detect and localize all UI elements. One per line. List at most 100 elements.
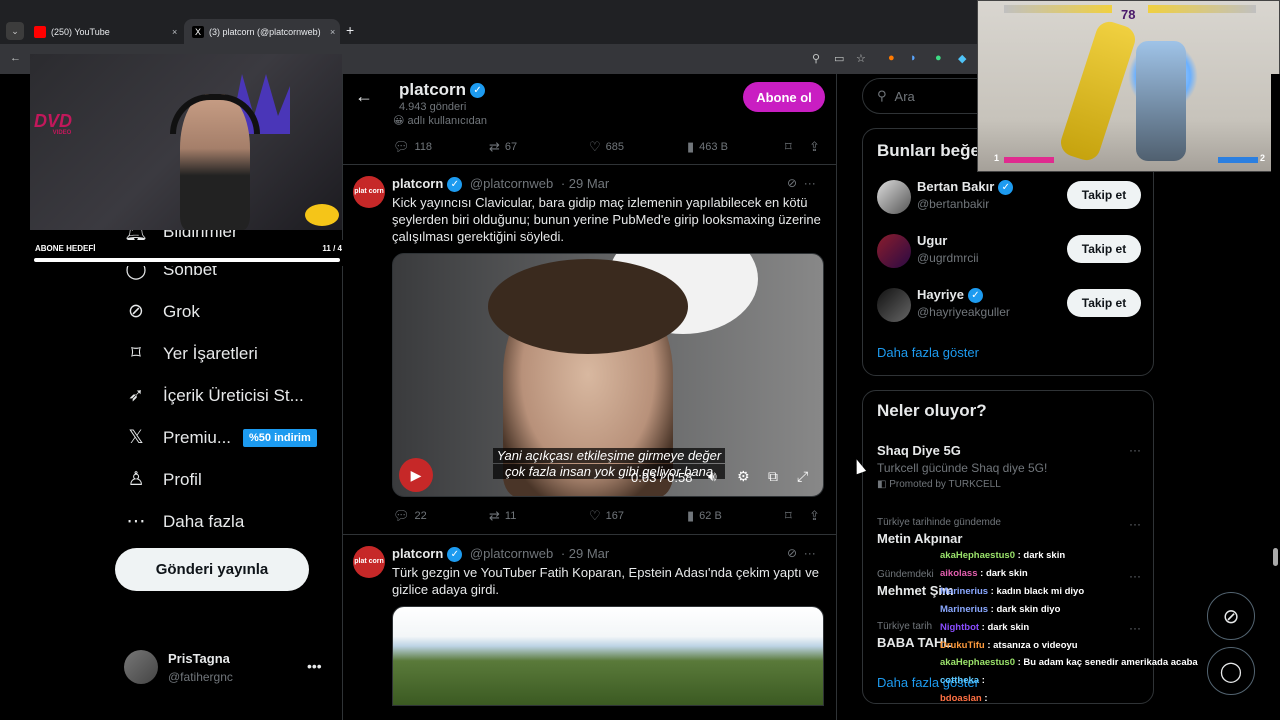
follow-button[interactable]: Takip et xyxy=(1067,289,1141,317)
share-button[interactable]: ⇪ xyxy=(809,139,825,155)
grammarly-icon[interactable]: ● xyxy=(935,52,942,64)
more-dots-icon[interactable]: ••• xyxy=(307,658,322,674)
more-dots-icon[interactable]: ··· xyxy=(1129,517,1141,531)
star-icon[interactable]: ☆ xyxy=(856,52,866,65)
pip-icon[interactable]: ⧉ xyxy=(768,468,778,485)
repost-button[interactable]: ⇄ 67 xyxy=(489,139,517,155)
chat-username[interactable]: Marinerius xyxy=(940,586,988,597)
chat-message: akaHephaestus0 : dark skin xyxy=(940,547,1220,565)
stream-chat: akaHephaestus0 : dark skin aikolass : dar… xyxy=(940,547,1220,708)
follow-button[interactable]: Takip et xyxy=(1067,181,1141,209)
install-icon[interactable]: ▭ xyxy=(834,52,844,65)
avatar[interactable]: plat corn xyxy=(353,546,385,578)
video-player[interactable]: Yani açıkçası etkileşime girmeye değer ç… xyxy=(392,253,824,497)
tab-x[interactable]: X (3) platcorn (@platcornweb) / X × xyxy=(184,19,340,44)
chat-username[interactable]: aikolass xyxy=(940,568,978,579)
chat-username[interactable]: Marinerius xyxy=(940,604,988,615)
verified-icon: ✓ xyxy=(447,547,463,563)
youtube-icon xyxy=(34,25,46,38)
nav-item-profile[interactable]: ♙ Profil xyxy=(124,468,201,491)
account-handle: @fatihergnc xyxy=(168,669,233,684)
grok-icon: ⊘ xyxy=(128,301,144,322)
avatar[interactable] xyxy=(877,180,911,214)
p1-round-count: 1 xyxy=(994,153,1000,163)
subscribe-button[interactable]: Abone ol xyxy=(743,82,825,112)
post-button[interactable]: Gönderi yayınla xyxy=(115,548,309,591)
like-button[interactable]: ♡ 167 xyxy=(589,508,624,524)
fullscreen-icon[interactable]: ⤢ xyxy=(797,468,808,485)
nav-item-grok[interactable]: ⊘ Grok xyxy=(124,300,200,323)
avatar[interactable] xyxy=(877,288,911,322)
new-tab-button[interactable]: + xyxy=(346,22,354,38)
reply-button[interactable]: 💬︎ 118 xyxy=(393,139,432,155)
grok-icon[interactable]: ⊘ xyxy=(787,176,797,190)
volume-icon[interactable]: 🔊︎ xyxy=(708,468,717,485)
page-scrollbar[interactable] xyxy=(1271,74,1280,720)
fighter-1 xyxy=(1057,18,1139,164)
account-switcher[interactable]: PrisTagna @fatihergnc ••• xyxy=(124,650,322,684)
reply-button[interactable]: 💬︎ 22 xyxy=(393,508,427,524)
chat-username[interactable]: cottheka xyxy=(940,675,979,686)
trend-item[interactable]: Shaq Diye 5G Turkcell gücünde Shaq diye … xyxy=(877,443,1141,490)
user-name[interactable]: Ugur xyxy=(917,233,947,248)
game-overlay: 78 1 2 xyxy=(977,0,1280,172)
tweet[interactable]: plat corn platcorn ✓ @platcornweb · 29 Ma… xyxy=(343,164,836,534)
more-dots-icon[interactable]: ··· xyxy=(1129,443,1141,457)
scrollbar-thumb[interactable] xyxy=(1273,548,1278,566)
user-name[interactable]: Hayriye ✓ xyxy=(917,287,983,304)
extension-icon[interactable]: ◗ xyxy=(910,52,917,64)
nav-item-bookmarks[interactable]: ⌑ Yer İşaretleri xyxy=(124,342,258,365)
messages-fab-button[interactable]: ◯ xyxy=(1207,647,1255,695)
list-item[interactable]: Bertan Bakır ✓ @bertanbakir Takip et xyxy=(877,177,1141,217)
nav-item-creator-studio[interactable]: ➶ İçerik Üreticisi St... xyxy=(124,384,304,407)
tweet-image[interactable] xyxy=(392,606,824,706)
chat-text: : Bu adam kaç senedir amerikada acaba xyxy=(1014,657,1198,669)
nav-item-premium[interactable]: 𝕏 Premiu... %50 indirim xyxy=(124,426,317,449)
more-dots-icon[interactable]: ··· xyxy=(804,546,816,560)
chat-message: cottheka : xyxy=(940,672,1220,690)
chat-username[interactable]: Nightbot xyxy=(940,622,979,633)
bookmark-button[interactable]: ⌑ xyxy=(785,508,797,524)
tweet[interactable]: plat corn platcorn ✓ @platcornweb · 29 Ma… xyxy=(343,534,836,720)
extension-icon[interactable]: ◆ xyxy=(958,52,966,65)
show-more-link[interactable]: Daha fazla göster xyxy=(877,345,979,360)
more-dots-icon[interactable]: ··· xyxy=(804,176,816,190)
avatar[interactable]: plat corn xyxy=(353,176,385,208)
follow-button[interactable]: Takip et xyxy=(1067,235,1141,263)
user-name[interactable]: Bertan Bakır ✓ xyxy=(917,179,1014,196)
views-button[interactable]: ▮ 62 B xyxy=(687,508,722,524)
close-tab-icon[interactable]: × xyxy=(172,27,177,37)
nav-item-more[interactable]: ⋯ Daha fazla xyxy=(124,510,245,533)
play-icon[interactable]: ▶ xyxy=(399,458,433,492)
tab-search-button[interactable]: ⌄ xyxy=(6,22,24,40)
profile-timeline: ← platcorn ✓ 4.943 gönderi Abone ol 😀 adl… xyxy=(342,74,837,720)
bookmark-button[interactable]: ⌑ xyxy=(785,139,797,155)
chat-username[interactable]: akaHephaestus0 xyxy=(940,657,1015,668)
tab-youtube[interactable]: (250) YouTube × xyxy=(26,19,182,44)
chat-text: : kadın black mi diyo xyxy=(988,585,1085,597)
close-tab-icon[interactable]: × xyxy=(330,27,335,37)
like-button[interactable]: ♡ 685 xyxy=(589,139,624,155)
zoom-icon[interactable]: ⚲ xyxy=(812,52,820,65)
settings-icon[interactable]: ⚙ xyxy=(737,468,750,485)
repost-button[interactable]: ⇄ 11 xyxy=(489,508,516,524)
chat-username[interactable]: bdoaslan xyxy=(940,693,982,704)
tweet-menu[interactable]: ⊘ ··· xyxy=(787,546,816,560)
chat-username[interactable]: DrukuTifu xyxy=(940,640,985,651)
grok-icon[interactable]: ⊘ xyxy=(787,546,797,560)
extension-icon[interactable]: ● xyxy=(888,52,895,64)
grok-fab-button[interactable]: ⊘ xyxy=(1207,592,1255,640)
views-button[interactable]: ▮ 463 B xyxy=(687,139,728,155)
chat-username[interactable]: akaHephaestus0 xyxy=(940,550,1015,561)
avatar[interactable] xyxy=(877,234,911,268)
list-item[interactable]: Hayriye ✓ @hayriyeakguller Takip et xyxy=(877,285,1141,325)
tweet-header: platcorn ✓ @platcornweb · 29 Mar xyxy=(392,546,610,563)
list-item[interactable]: Ugur @ugrdmrcii Takip et xyxy=(877,231,1141,271)
share-button[interactable]: ⇪ xyxy=(809,508,825,524)
trend-item[interactable]: Türkiye tarihinde gündemde Metin Akpınar… xyxy=(877,517,1141,546)
back-arrow-icon[interactable]: ← xyxy=(10,52,21,64)
back-arrow-icon[interactable]: ← xyxy=(355,86,373,107)
user-handle: @bertanbakir xyxy=(917,197,990,211)
tweet-menu[interactable]: ⊘ ··· xyxy=(787,176,816,190)
chat-text: : dark skin diyo xyxy=(988,603,1061,615)
